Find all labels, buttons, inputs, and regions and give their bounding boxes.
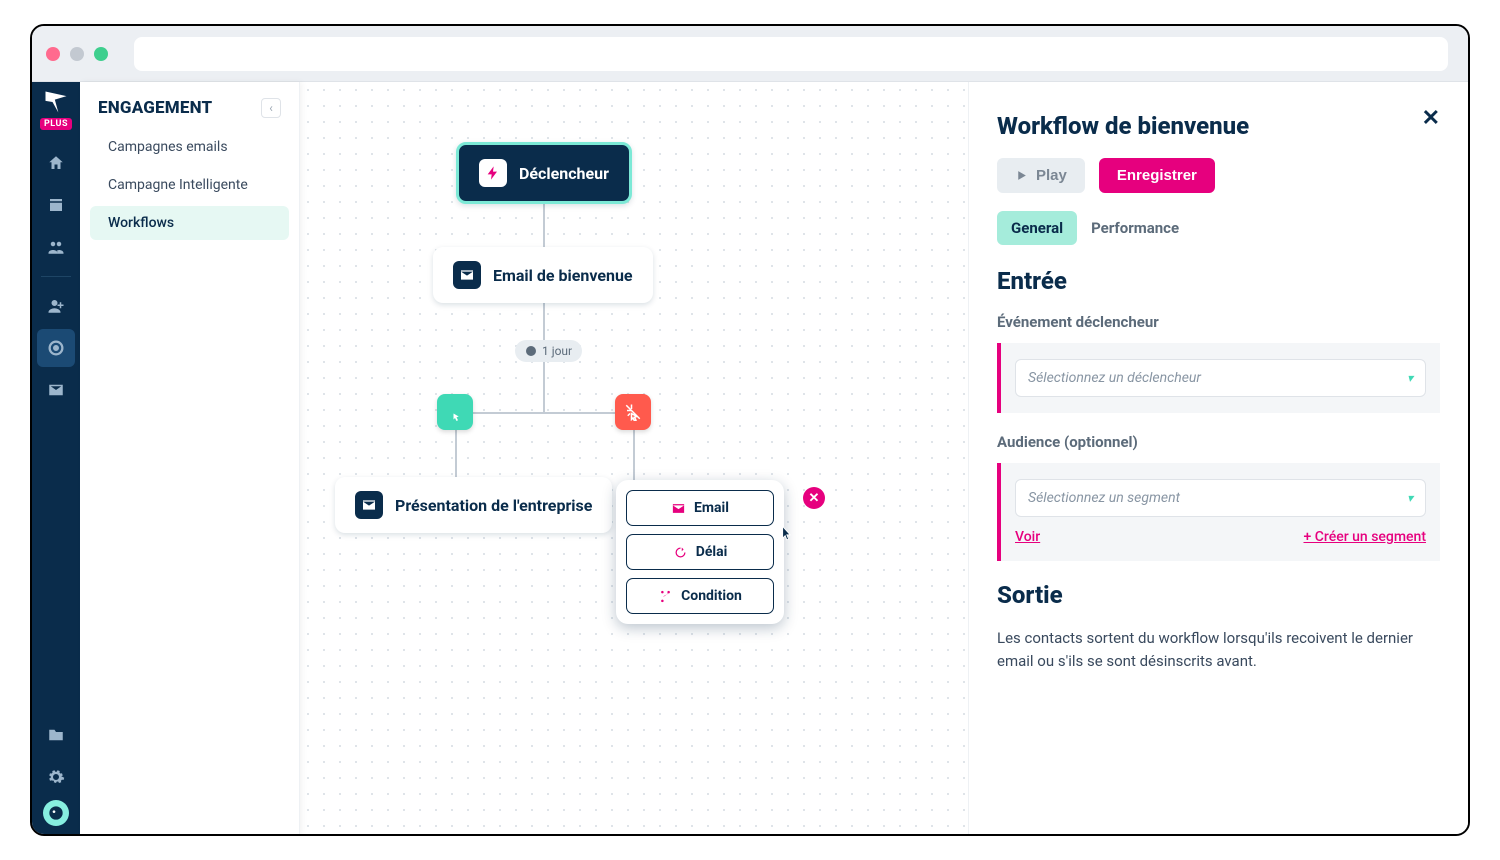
clock-icon bbox=[525, 345, 537, 357]
action-add-condition[interactable]: Condition bbox=[626, 578, 774, 614]
save-button[interactable]: Enregistrer bbox=[1099, 158, 1215, 193]
play-button-label: Play bbox=[1036, 167, 1067, 184]
envelope-icon bbox=[671, 501, 686, 516]
nav-messages[interactable] bbox=[37, 371, 75, 409]
branch-icon bbox=[658, 589, 673, 604]
envelope-icon bbox=[355, 491, 383, 519]
nav-folder[interactable] bbox=[37, 716, 75, 754]
play-button[interactable]: Play bbox=[997, 158, 1085, 193]
action-add-email[interactable]: Email bbox=[626, 490, 774, 526]
subnav-item-workflows[interactable]: Workflows bbox=[90, 206, 289, 240]
plus-badge: PLUS bbox=[40, 118, 72, 130]
audience-create-link[interactable]: + Créer un segment bbox=[1304, 529, 1427, 545]
node-email-presentation-label: Présentation de l'entreprise bbox=[395, 496, 592, 515]
traffic-lights bbox=[46, 47, 108, 61]
traffic-minimize[interactable] bbox=[70, 47, 84, 61]
exit-description: Les contacts sortent du workflow lorsqu'… bbox=[997, 627, 1440, 672]
envelope-icon bbox=[453, 261, 481, 289]
connector bbox=[455, 412, 635, 414]
section-entry-title: Entrée bbox=[997, 267, 1440, 295]
nav-engagement[interactable] bbox=[37, 329, 75, 367]
nav-library[interactable] bbox=[37, 186, 75, 224]
traffic-close[interactable] bbox=[46, 47, 60, 61]
chevron-down-icon: ▾ bbox=[1407, 491, 1413, 505]
nav-rail: PLUS bbox=[32, 82, 80, 834]
node-delay-label: 1 jour bbox=[542, 344, 572, 358]
save-button-label: Enregistrer bbox=[1117, 167, 1197, 184]
node-email-presentation[interactable]: Présentation de l'entreprise bbox=[335, 477, 612, 533]
nav-contacts[interactable] bbox=[37, 228, 75, 266]
branch-yes-button[interactable] bbox=[437, 394, 473, 430]
nav-home[interactable] bbox=[37, 144, 75, 182]
app-root: PLUS ENGAGEMENT ‹ Campagnes emails Campa… bbox=[32, 82, 1468, 834]
traffic-zoom[interactable] bbox=[94, 47, 108, 61]
node-trigger-label: Déclencheur bbox=[519, 164, 609, 183]
audience-field-block: Sélectionnez un segment ▾ Voir + Créer u… bbox=[997, 463, 1440, 561]
audience-field-label: Audience (optionnel) bbox=[997, 433, 1440, 451]
action-menu-close[interactable]: ✕ bbox=[803, 487, 825, 509]
node-email-welcome-label: Email de bienvenue bbox=[493, 266, 633, 285]
tab-performance[interactable]: Performance bbox=[1077, 211, 1193, 245]
subnav-item-campaigns[interactable]: Campagnes emails bbox=[90, 130, 289, 164]
click-icon bbox=[446, 403, 464, 421]
action-menu: Email Délai Condition bbox=[616, 480, 784, 624]
action-add-delay-label: Délai bbox=[696, 544, 728, 560]
node-email-welcome[interactable]: Email de bienvenue bbox=[433, 247, 653, 303]
play-icon bbox=[1015, 169, 1028, 182]
brand-logo[interactable] bbox=[42, 90, 70, 114]
address-bar[interactable] bbox=[134, 37, 1448, 71]
panel-close-button[interactable]: ✕ bbox=[1422, 106, 1440, 131]
nav-add-user[interactable] bbox=[37, 287, 75, 325]
subnav: ENGAGEMENT ‹ Campagnes emails Campagne I… bbox=[80, 82, 300, 834]
action-add-delay[interactable]: Délai bbox=[626, 534, 774, 570]
browser-chrome bbox=[32, 26, 1468, 82]
trigger-select-placeholder: Sélectionnez un déclencheur bbox=[1028, 370, 1201, 386]
delay-icon bbox=[673, 545, 688, 560]
node-trigger[interactable]: Déclencheur bbox=[456, 142, 632, 204]
trigger-field-label: Événement déclencheur bbox=[997, 313, 1440, 331]
chevron-down-icon: ▾ bbox=[1407, 371, 1413, 385]
tab-general[interactable]: General bbox=[997, 211, 1077, 245]
browser-window: PLUS ENGAGEMENT ‹ Campagnes emails Campa… bbox=[30, 24, 1470, 836]
panel-tabs: General Performance bbox=[997, 211, 1440, 245]
nav-settings[interactable] bbox=[37, 758, 75, 796]
branch-no-button[interactable] bbox=[615, 394, 651, 430]
panel-title: Workflow de bienvenue bbox=[997, 112, 1440, 140]
collapse-subnav-button[interactable]: ‹ bbox=[261, 98, 281, 118]
node-delay[interactable]: 1 jour bbox=[515, 340, 582, 362]
audience-select[interactable]: Sélectionnez un segment ▾ bbox=[1015, 479, 1426, 517]
subnav-item-smart-campaign[interactable]: Campagne Intelligente bbox=[90, 168, 289, 202]
user-avatar[interactable] bbox=[43, 800, 69, 826]
action-add-condition-label: Condition bbox=[681, 588, 742, 604]
section-exit-title: Sortie bbox=[997, 581, 1440, 609]
bolt-icon bbox=[479, 159, 507, 187]
action-add-email-label: Email bbox=[694, 500, 729, 516]
audience-select-placeholder: Sélectionnez un segment bbox=[1028, 490, 1180, 506]
properties-panel: ✕ Workflow de bienvenue Play Enregistrer… bbox=[968, 82, 1468, 834]
trigger-field-block: Sélectionnez un déclencheur ▾ bbox=[997, 343, 1440, 413]
trigger-select[interactable]: Sélectionnez un déclencheur ▾ bbox=[1015, 359, 1426, 397]
workflow-canvas[interactable]: Déclencheur Email de bienvenue 1 jour bbox=[300, 82, 968, 834]
no-click-icon bbox=[624, 403, 642, 421]
subnav-title: ENGAGEMENT bbox=[98, 98, 212, 118]
cursor-icon bbox=[776, 524, 796, 544]
audience-view-link[interactable]: Voir bbox=[1015, 529, 1040, 545]
